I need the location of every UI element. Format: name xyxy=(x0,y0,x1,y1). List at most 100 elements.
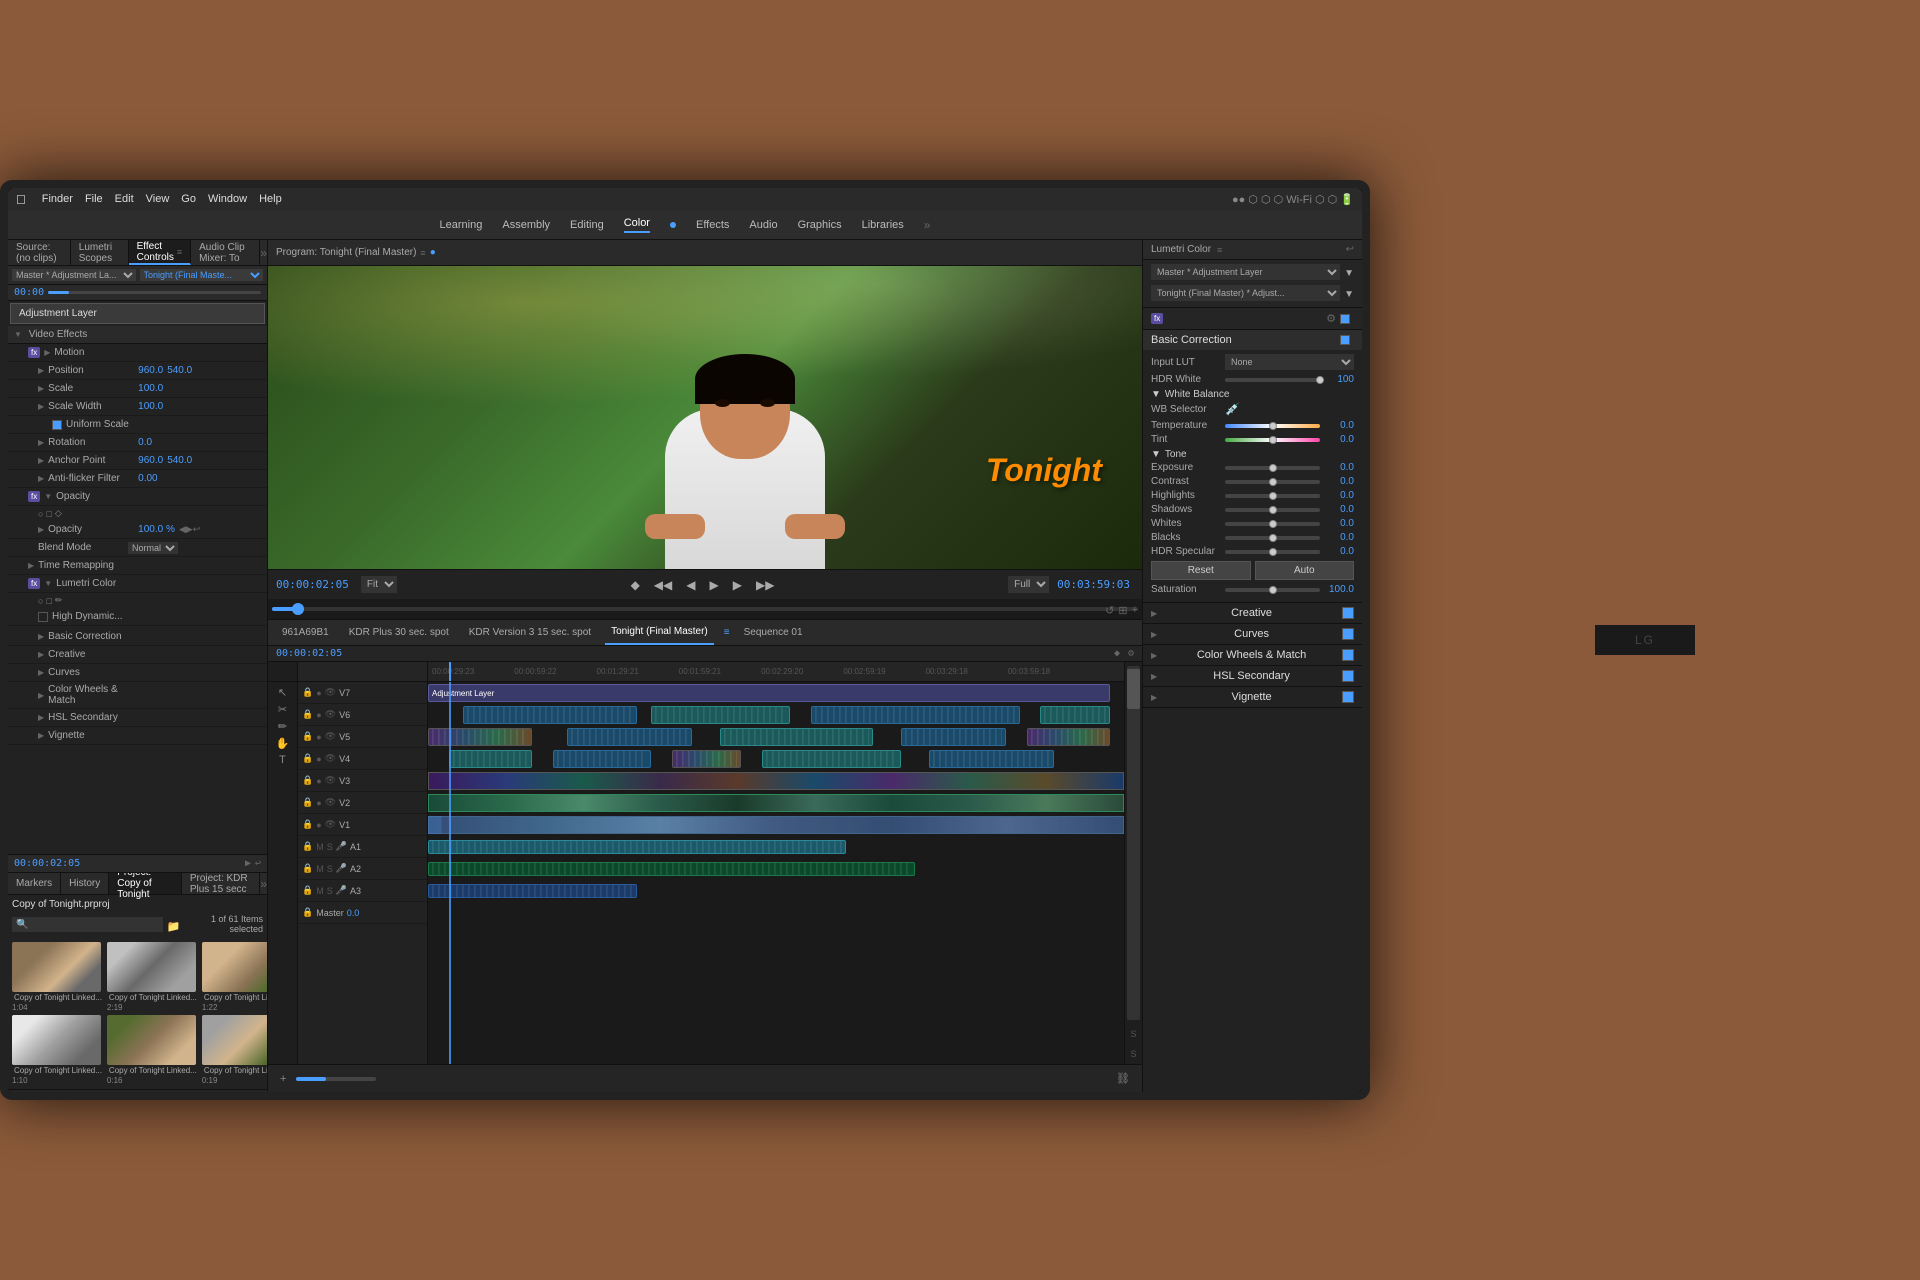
adjustment-layer-clip[interactable]: Adjustment Layer xyxy=(428,684,1110,702)
color-wheels-sub[interactable]: ▶ Color Wheels & Match xyxy=(8,682,267,709)
select-tool[interactable]: ↖ xyxy=(278,686,287,699)
temperature-slider[interactable] xyxy=(1225,424,1320,428)
tab-audio[interactable]: Audio xyxy=(749,219,777,231)
view-menu[interactable]: View xyxy=(146,193,170,205)
creative-checkbox[interactable] xyxy=(1342,607,1354,619)
saturation-value[interactable]: 100.0 xyxy=(1324,584,1354,595)
project-search-input[interactable] xyxy=(12,917,163,932)
timeline-scrollbar[interactable]: S S xyxy=(1124,662,1142,1064)
lumetri-settings-icon[interactable]: ⚙ xyxy=(1326,312,1336,325)
frame-forward-btn[interactable]: ▶▶ xyxy=(752,576,778,594)
highlights-value[interactable]: 0.0 xyxy=(1324,490,1354,501)
wb-expand-arrow[interactable]: ▼ xyxy=(1151,389,1161,400)
timeline-tab-1[interactable]: 961A69B1 xyxy=(276,620,335,645)
ec-program-select[interactable]: Tonight (Final Maste... xyxy=(140,269,264,281)
exposure-slider[interactable] xyxy=(1225,466,1320,470)
add-to-sequence-btn[interactable]: + xyxy=(1132,604,1138,617)
left-panel-btn1[interactable]: ▶ xyxy=(245,858,251,869)
go-menu[interactable]: Go xyxy=(181,193,196,205)
v3-multi-clip[interactable] xyxy=(428,772,1124,790)
clip-item-2[interactable]: Copy of Tonight Linked... 2:19 xyxy=(107,942,199,1012)
v6-clip-4[interactable] xyxy=(1040,706,1110,724)
v6-clip-2[interactable] xyxy=(651,706,790,724)
creative-header[interactable]: ▶ Creative xyxy=(1151,607,1354,619)
tab-effect-controls[interactable]: Effect Controls ≡ xyxy=(129,240,192,265)
v4-clip-5[interactable] xyxy=(929,750,1054,768)
bc-enable-checkbox[interactable] xyxy=(1340,335,1350,345)
layer-dropdown-icon[interactable]: ▼ xyxy=(1344,268,1354,279)
v5-clip-4[interactable] xyxy=(901,728,1005,746)
uniform-scale-checkbox[interactable] xyxy=(52,420,62,430)
tab-assembly[interactable]: Assembly xyxy=(502,219,550,231)
zoom-bar[interactable] xyxy=(296,1077,376,1081)
clip-item-4[interactable]: Copy of Tonight Linked... 1:10 xyxy=(12,1015,104,1085)
high-dynamic-checkbox[interactable] xyxy=(38,612,48,622)
v5-clip-5[interactable] xyxy=(1027,728,1111,746)
scroll-thumb[interactable] xyxy=(1127,669,1140,709)
timeline-tab-4[interactable]: Tonight (Final Master) xyxy=(605,620,714,645)
curves-checkbox[interactable] xyxy=(1342,628,1354,640)
tab-effects[interactable]: Effects xyxy=(696,219,729,231)
basic-correction-sub[interactable]: ▶ Basic Correction xyxy=(8,628,267,646)
hsl-secondary-checkbox[interactable] xyxy=(1342,670,1354,682)
exposure-value[interactable]: 0.0 xyxy=(1324,462,1354,473)
tab-source[interactable]: Source: (no clips) xyxy=(8,240,71,265)
finder-menu[interactable]: Finder xyxy=(42,193,73,205)
scrubber-track[interactable] xyxy=(272,607,1138,611)
clip-item-3[interactable]: Copy of Tonight Linked... 1:22 xyxy=(202,942,267,1012)
tint-value[interactable]: 0.0 xyxy=(1324,434,1354,445)
clip-item-5[interactable]: Copy of Tonight Linked... 0:16 xyxy=(107,1015,199,1085)
folder-icon[interactable]: 📁 xyxy=(167,920,181,933)
contrast-slider[interactable] xyxy=(1225,480,1320,484)
hdr-specular-slider[interactable] xyxy=(1225,550,1320,554)
highlights-slider[interactable] xyxy=(1225,494,1320,498)
curves-header[interactable]: ▶ Curves xyxy=(1151,628,1354,640)
v1-full-clip[interactable] xyxy=(428,816,1124,834)
tint-slider[interactable] xyxy=(1225,438,1320,442)
v5-clip-1[interactable] xyxy=(428,728,532,746)
tone-expand-arrow[interactable]: ▼ xyxy=(1151,449,1161,460)
apple-menu[interactable]:  xyxy=(16,192,26,207)
timeline-tool-2[interactable]: ⚙ xyxy=(1128,648,1134,659)
panel-menu-icon[interactable]: » xyxy=(260,246,267,260)
a3-clip[interactable] xyxy=(428,884,637,898)
v4-clip-2[interactable] xyxy=(553,750,650,768)
a1-clip[interactable] xyxy=(428,840,846,854)
anchor-value2[interactable]: 540.0 xyxy=(167,455,192,466)
scroll-track[interactable] xyxy=(1127,666,1140,1020)
timeline-tab-3[interactable]: KDR Version 3 15 sec. spot xyxy=(463,620,597,645)
hsl-secondary-sub[interactable]: ▶ HSL Secondary xyxy=(8,709,267,727)
v4-clip-3[interactable] xyxy=(672,750,742,768)
creative-sub[interactable]: ▶ Creative xyxy=(8,646,267,664)
tab-audio-clip-mixer[interactable]: Audio Clip Mixer: To xyxy=(191,240,260,265)
shadows-slider[interactable] xyxy=(1225,508,1320,512)
tab-lumetri-scopes[interactable]: Lumetri Scopes xyxy=(71,240,129,265)
quality-dropdown[interactable]: Full xyxy=(1008,576,1049,593)
v5-clip-3[interactable] xyxy=(720,728,873,746)
scale-expand[interactable]: ▶ xyxy=(38,384,44,393)
tab-markers[interactable]: Markers xyxy=(8,873,61,894)
ec-timeline-bar[interactable] xyxy=(48,291,261,294)
clip-item-1[interactable]: Copy of Tonight Linked... 1:04 xyxy=(12,942,104,1012)
contrast-value[interactable]: 0.0 xyxy=(1324,476,1354,487)
zoom-out-btn[interactable]: S xyxy=(1130,1049,1136,1059)
vignette-sub[interactable]: ▶ Vignette xyxy=(8,727,267,745)
window-menu[interactable]: Window xyxy=(208,193,247,205)
safe-margins-btn[interactable]: ⊞ xyxy=(1118,604,1127,617)
blacks-value[interactable]: 0.0 xyxy=(1324,532,1354,543)
saturation-slider[interactable] xyxy=(1225,588,1320,592)
step-back-btn[interactable]: ◀ xyxy=(682,576,699,594)
v6-clip-3[interactable] xyxy=(811,706,1020,724)
type-tool[interactable]: T xyxy=(279,754,286,766)
pos-value1[interactable]: 960.0 xyxy=(138,365,163,376)
ec-target-select[interactable]: Master * Adjustment La... xyxy=(12,269,136,281)
color-wheels-checkbox[interactable] xyxy=(1342,649,1354,661)
file-menu[interactable]: File xyxy=(85,193,103,205)
tab-project-copy[interactable]: Project: Copy of Tonight xyxy=(109,873,182,894)
shadows-value[interactable]: 0.0 xyxy=(1324,504,1354,515)
curves-sub[interactable]: ▶ Curves xyxy=(8,664,267,682)
v4-clip-1[interactable] xyxy=(449,750,533,768)
whites-slider[interactable] xyxy=(1225,522,1320,526)
project-panel-menu[interactable]: » xyxy=(260,877,267,891)
pos-expand[interactable]: ▶ xyxy=(38,366,44,375)
